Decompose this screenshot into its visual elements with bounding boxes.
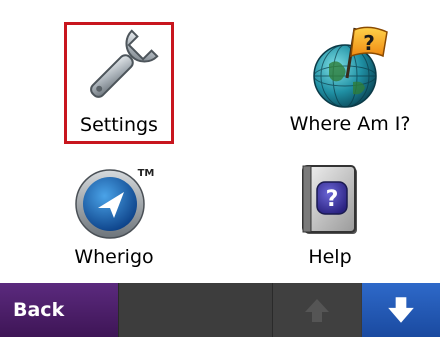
- question-mark-icon: ?: [363, 31, 375, 55]
- question-mark-icon: ?: [326, 187, 339, 212]
- main-menu-screen: Settings ? Where Am I? TM Wherigo ? Help…: [0, 0, 440, 337]
- wherigo-compass-icon: TM: [75, 168, 155, 239]
- back-button-label: Back: [13, 299, 65, 321]
- menu-item-settings[interactable]: Settings: [64, 22, 174, 144]
- menu-item-label: Help: [308, 246, 352, 268]
- arrow-down-icon: [388, 297, 414, 323]
- toolbar-spacer: [118, 283, 273, 337]
- wrench-icon: [90, 29, 159, 98]
- back-button[interactable]: Back: [0, 283, 118, 337]
- menu-item-label: Wherigo: [74, 246, 154, 268]
- scroll-down-button[interactable]: [362, 283, 440, 337]
- globe-flag-icon: ?: [313, 26, 388, 108]
- scroll-up-button[interactable]: [272, 283, 361, 337]
- menu-item-where-am-i[interactable]: ? Where Am I?: [260, 22, 440, 144]
- trademark-icon: TM: [138, 168, 155, 179]
- bottom-toolbar: Back: [0, 283, 440, 337]
- menu-item-wherigo[interactable]: TM Wherigo: [44, 162, 184, 280]
- menu-item-label: Settings: [80, 114, 158, 136]
- menu-item-help[interactable]: ? Help: [270, 162, 390, 280]
- help-book-icon: ?: [302, 165, 357, 234]
- arrow-up-icon: [305, 299, 329, 322]
- menu-item-label: Where Am I?: [289, 113, 411, 135]
